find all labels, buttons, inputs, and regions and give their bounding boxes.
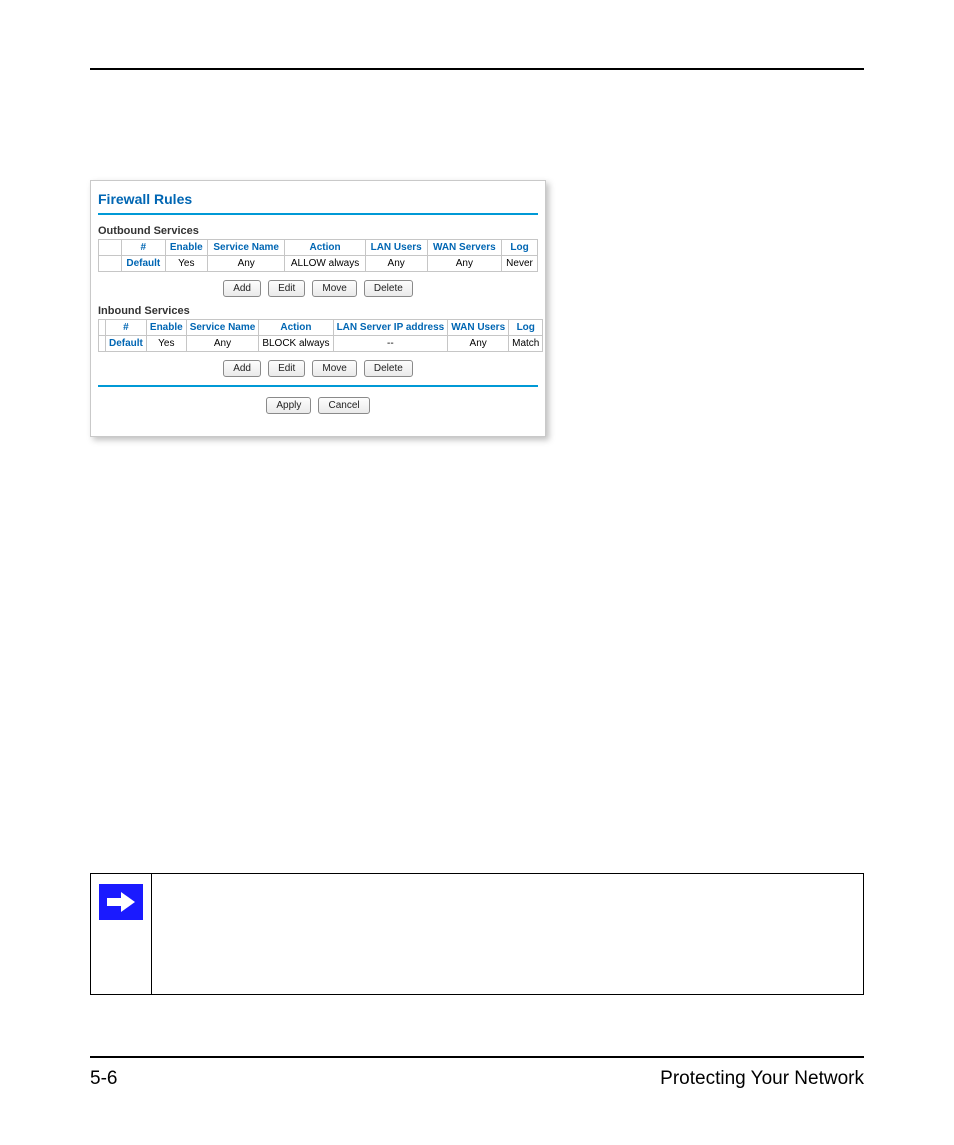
col-num: #	[106, 320, 147, 336]
row-select-cell[interactable]	[99, 336, 106, 352]
row-log: Never	[502, 256, 538, 272]
row-lan: --	[333, 336, 448, 352]
edit-button[interactable]: Edit	[268, 280, 305, 297]
note-box	[90, 873, 864, 995]
table-header-row: # Enable Service Name Action LAN Server …	[99, 320, 543, 336]
delete-button[interactable]: Delete	[364, 280, 413, 297]
table-header-row: # Enable Service Name Action LAN Users W…	[99, 240, 538, 256]
panel-divider-bottom	[98, 385, 538, 387]
firewall-rules-panel: Firewall Rules Outbound Services # Enabl…	[90, 180, 546, 437]
col-log: Log	[502, 240, 538, 256]
row-num-link[interactable]: Default	[122, 256, 166, 272]
row-wan: Any	[448, 336, 509, 352]
note-icon-cell	[91, 874, 152, 994]
panel-title: Firewall Rules	[98, 189, 538, 213]
row-enable: Yes	[146, 336, 186, 352]
apply-cancel-row: Apply Cancel	[98, 397, 538, 414]
note-body	[152, 874, 863, 994]
col-enable: Enable	[146, 320, 186, 336]
col-enable: Enable	[165, 240, 207, 256]
row-num-link[interactable]: Default	[106, 336, 147, 352]
add-button[interactable]: Add	[223, 280, 261, 297]
row-action: BLOCK always	[259, 336, 333, 352]
table-row: Default Yes Any ALLOW always Any Any Nev…	[99, 256, 538, 272]
col-action: Action	[285, 240, 365, 256]
edit-button[interactable]: Edit	[268, 360, 305, 377]
outbound-label: Outbound Services	[98, 225, 538, 237]
col-log: Log	[509, 320, 543, 336]
page-footer: 5-6 Protecting Your Network	[90, 1056, 864, 1090]
row-select-cell[interactable]	[99, 256, 122, 272]
row-service: Any	[186, 336, 259, 352]
inbound-table: # Enable Service Name Action LAN Server …	[98, 319, 543, 352]
outbound-table: # Enable Service Name Action LAN Users W…	[98, 239, 538, 272]
table-row: Default Yes Any BLOCK always -- Any Matc…	[99, 336, 543, 352]
row-wan: Any	[427, 256, 501, 272]
col-wan: WAN Users	[448, 320, 509, 336]
delete-button[interactable]: Delete	[364, 360, 413, 377]
col-service: Service Name	[208, 240, 285, 256]
col-action: Action	[259, 320, 333, 336]
move-button[interactable]: Move	[312, 280, 356, 297]
inbound-button-row: Add Edit Move Delete	[98, 360, 538, 377]
col-num: #	[122, 240, 166, 256]
row-log: Match	[509, 336, 543, 352]
col-lan: LAN Server IP address	[333, 320, 448, 336]
col-lan: LAN Users	[365, 240, 427, 256]
col-select	[99, 240, 122, 256]
inbound-label: Inbound Services	[98, 305, 538, 317]
cancel-button[interactable]: Cancel	[318, 397, 369, 414]
col-wan: WAN Servers	[427, 240, 501, 256]
add-button[interactable]: Add	[223, 360, 261, 377]
footer-rule	[90, 1056, 864, 1058]
header-rule	[90, 68, 864, 70]
outbound-button-row: Add Edit Move Delete	[98, 280, 538, 297]
section-title: Protecting Your Network	[660, 1068, 864, 1090]
col-select	[99, 320, 106, 336]
arrow-right-icon	[99, 884, 143, 920]
panel-divider-top	[98, 213, 538, 215]
page-number: 5-6	[90, 1068, 117, 1090]
apply-button[interactable]: Apply	[266, 397, 311, 414]
row-service: Any	[208, 256, 285, 272]
row-lan: Any	[365, 256, 427, 272]
row-enable: Yes	[165, 256, 207, 272]
row-action: ALLOW always	[285, 256, 365, 272]
move-button[interactable]: Move	[312, 360, 356, 377]
col-service: Service Name	[186, 320, 259, 336]
